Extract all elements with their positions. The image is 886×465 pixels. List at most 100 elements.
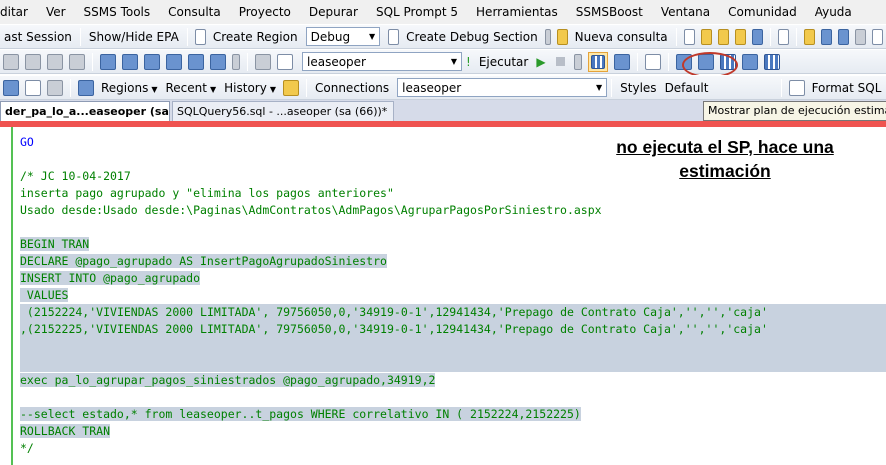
code-line: BEGIN TRAN [20, 236, 886, 253]
format-sql-icon [788, 79, 805, 96]
separator [667, 52, 669, 71]
menu-ssms-tools[interactable]: SSMS Tools [75, 5, 160, 19]
last-session-button[interactable]: ast Session [0, 30, 76, 44]
results-to-text-icon[interactable] [763, 53, 780, 70]
code-token: , [677, 322, 685, 336]
query-options-icon[interactable] [613, 53, 630, 70]
toolbar-sql-prompt: Regions ▼ Recent ▼ History ▼ Connections le… [0, 75, 886, 100]
tab-sqlquery56[interactable]: SQLQuery56.sql - ...aseoper (sa (66))* [172, 101, 395, 121]
menu-ventana[interactable]: Ventana [652, 5, 719, 19]
menu-sql-prompt[interactable]: SQL Prompt 5 [367, 5, 467, 19]
next-folder-bookmark-icon[interactable] [188, 53, 204, 70]
connect-icon[interactable] [277, 53, 293, 70]
database-query-icon[interactable] [700, 28, 712, 45]
dmx-query-icon[interactable] [751, 28, 763, 45]
code-line: inserta pago agrupado y "elimina los pag… [20, 185, 886, 202]
menu-proyecto[interactable]: Proyecto [230, 5, 300, 19]
recent-menu[interactable]: Recent ▼ [162, 81, 221, 95]
tab-active-query[interactable]: der_pa_lo_a...easeoper (sa (79)) [0, 101, 170, 121]
create-debug-section-button[interactable]: Create Debug Section [402, 30, 542, 44]
editor-gutter [0, 127, 13, 465]
activity-monitor-icon[interactable] [871, 28, 883, 45]
regions-icon [78, 79, 94, 96]
increase-indent-icon[interactable] [47, 53, 63, 70]
ejecutar-button[interactable]: Ejecutar [475, 55, 533, 69]
code-token: pa_lo_agrupar_pagos_siniestrados @pago_a… [47, 373, 436, 387]
chevron-down-icon: ▼ [151, 84, 158, 94]
separator [611, 78, 613, 97]
results-to-file-icon[interactable] [741, 53, 758, 70]
previous-bookmark-icon[interactable] [122, 53, 138, 70]
code-token: exec [20, 373, 48, 387]
save-all-icon[interactable] [837, 28, 849, 45]
create-debug-section-icon [388, 28, 400, 45]
outline-icon[interactable] [3, 79, 19, 96]
code-token: ROLLBACK TRAN [20, 424, 111, 438]
toggle-bookmark-icon[interactable] [100, 53, 116, 70]
menu-consulta[interactable]: Consulta [159, 5, 230, 19]
code-token: '34919-0-1' [352, 305, 429, 319]
print-icon[interactable] [854, 28, 866, 45]
next-bookmark-icon[interactable] [144, 53, 160, 70]
menu-editar[interactable]: ditar [0, 5, 37, 19]
menu-ssmsboost[interactable]: SSMSBoost [567, 5, 652, 19]
snippet-icon[interactable] [47, 79, 63, 96]
code-line: INSERT INTO @pago_agrupado [20, 270, 886, 287]
menu-herramientas[interactable]: Herramientas [467, 5, 567, 19]
separator [186, 27, 188, 46]
analysis-query-icon[interactable] [717, 28, 729, 45]
format-sql-button[interactable]: Format SQL [808, 81, 886, 95]
toolbar-standard: ast Session Show/Hide EPA Create Region … [0, 24, 886, 49]
change-connection-icon[interactable] [255, 53, 271, 70]
debug-play-icon[interactable]: ▶ [536, 55, 545, 69]
list-icon[interactable] [69, 53, 85, 70]
font-icon[interactable] [3, 53, 19, 70]
history-menu[interactable]: History ▼ [220, 81, 280, 95]
code-line: --select estado,* from leaseoper..t_pago… [20, 406, 886, 423]
separator [675, 27, 677, 46]
decrease-indent-icon[interactable] [25, 53, 41, 70]
regions-menu[interactable]: Regions ▼ [97, 81, 162, 95]
display-estimated-plan-button[interactable] [587, 51, 608, 72]
separator [769, 27, 771, 46]
menu-ver[interactable]: Ver [37, 5, 75, 19]
separator [92, 52, 93, 71]
intellisense-icon[interactable] [644, 53, 661, 70]
clear-bookmarks-icon[interactable] [210, 53, 226, 70]
nueva-consulta-button[interactable]: Nueva consulta [571, 30, 672, 44]
menu-bar: ditar Ver SSMS Tools Consulta Proyecto D… [0, 0, 886, 24]
menu-ayuda[interactable]: Ayuda [806, 5, 861, 19]
connections-label: Connections [315, 80, 390, 95]
script-icon[interactable] [25, 79, 41, 96]
overflow-icon[interactable] [544, 28, 551, 45]
copy-file-icon[interactable] [777, 28, 789, 45]
previous-folder-bookmark-icon[interactable] [166, 53, 182, 70]
separator [636, 52, 638, 71]
code-token: (2152224, [20, 305, 90, 319]
save-icon[interactable] [820, 28, 832, 45]
create-region-button[interactable]: Create Region [209, 30, 302, 44]
code-line: ROLLBACK TRAN [20, 423, 886, 440]
toolbar-overflow-icon[interactable] [232, 53, 240, 70]
code-token: */ [20, 441, 34, 455]
new-file-icon[interactable] [683, 28, 695, 45]
styles-combo[interactable]: Default [661, 78, 709, 97]
stop-icon[interactable] [555, 57, 565, 66]
menu-depurar[interactable]: Depurar [300, 5, 367, 19]
menu-comunidad[interactable]: Comunidad [719, 5, 806, 19]
chevron-down-icon: ▼ [450, 57, 457, 66]
database-combo[interactable]: leaseoper ▼ [302, 52, 462, 71]
code-token: 'caja' [726, 322, 768, 336]
chevron-down-icon: ▼ [368, 32, 376, 41]
open-folder-icon[interactable] [803, 28, 815, 45]
execute-icon: ! [466, 54, 471, 69]
code-token: 'caja' [726, 305, 768, 319]
estimated-plan-icon [590, 54, 605, 69]
show-hide-epa-button[interactable]: Show/Hide EPA [85, 30, 183, 44]
connection-combo[interactable]: leaseoper ▼ [397, 78, 608, 97]
debug-combo[interactable]: Debug ▼ [305, 27, 381, 46]
code-token: BEGIN TRAN [20, 237, 90, 251]
xmla-query-icon[interactable] [734, 28, 746, 45]
parse-icon[interactable] [573, 53, 582, 70]
code-token: /* JC 10-04-2017 [20, 169, 131, 183]
